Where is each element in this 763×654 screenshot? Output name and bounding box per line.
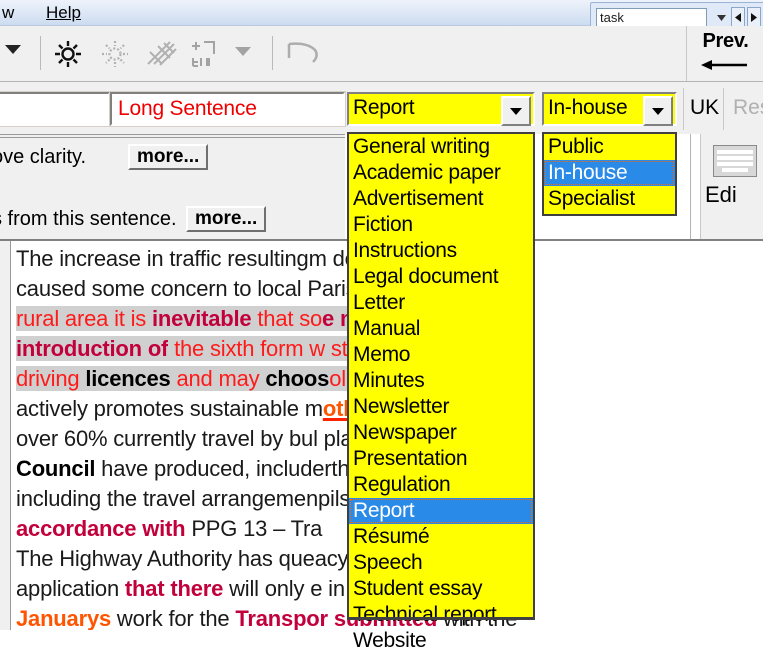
settings-gear-icon[interactable] [52,38,86,70]
audience-combo-value: In-house [548,96,628,119]
locale-label[interactable]: UK [690,96,719,120]
advice-line-1: ove clarity. [0,146,87,168]
main-toolbar: Prev. [0,26,763,82]
doctype-option-speech[interactable]: Speech [349,550,533,576]
text-run: the sixth form w [168,336,325,361]
text-run: Transpor [235,606,328,630]
text-run: that there [124,576,224,601]
text-run: have produced, include [95,456,325,481]
text-run: that so [251,306,323,331]
audience-option-specialist[interactable]: Specialist [544,186,675,212]
advice-line-2: s from this sentence. [0,208,177,230]
more-button-2[interactable]: more... [186,206,267,232]
text-run: work for the [111,606,236,630]
doctype-dropdown-list[interactable]: General writing Academic paper Advertiseme… [347,132,535,652]
issue-field[interactable]: Long Sentence [109,91,346,127]
menu-item-window[interactable]: w [0,2,20,24]
arrow-left-icon [735,13,741,22]
arrow-right-icon [751,13,757,22]
doctype-option-legal-document[interactable]: Legal document [349,264,533,290]
doctype-option-newspaper[interactable]: Newspaper [349,420,533,446]
doctype-option-academic-paper[interactable]: Academic paper [349,160,533,186]
menu-item-window-label: w [2,3,15,22]
edit-panel: Edi [700,134,763,239]
doctype-combo-value: Report [353,96,415,119]
doctype-option-website[interactable]: Website [349,628,533,654]
doctype-option-regulation[interactable]: Regulation [349,472,533,498]
menu-item-help[interactable]: Help [40,2,87,24]
add-text-icon [190,38,224,70]
text-run: application [16,576,125,601]
chevron-down-icon[interactable] [2,42,36,74]
doctype-option-technical-report[interactable]: Technical report [349,602,533,628]
undo-icon [285,38,319,70]
document-scrollbar[interactable] [0,241,11,630]
audience-combo[interactable]: In-house [542,92,677,126]
keyboard-icon[interactable] [713,145,757,177]
field-divider [723,88,724,130]
text-run: actively promotes sustainable m [16,396,323,421]
grammar-check-icon [144,38,178,70]
text-run: and may [170,366,266,391]
chevron-down-small-icon [232,44,266,76]
text-run: The Highway Authority has que [16,546,315,571]
doctype-option-letter[interactable]: Letter [349,290,533,316]
text-run: including the travel arrangemen [16,486,318,511]
chevron-down-icon[interactable] [643,96,673,126]
text-run: Council [16,456,96,481]
audience-option-public[interactable]: Public [544,134,675,160]
left-field[interactable] [0,91,111,127]
text-run: PPG 13 – Tra [185,516,323,541]
text-run: caused some concern to local [16,276,308,301]
doctype-option-instructions[interactable]: Instructions [349,238,533,264]
doctype-option-memo[interactable]: Memo [349,342,533,368]
advice-pane: ove clarity. more... s from this sentenc… [0,134,345,239]
search-prev-button[interactable] [731,7,745,28]
doctype-option-fiction[interactable]: Fiction [349,212,533,238]
search-next-button[interactable] [747,7,761,28]
doctype-option-newsletter[interactable]: Newsletter [349,394,533,420]
doctype-option-general-writing[interactable]: General writing [349,134,533,160]
doctype-option-presentation[interactable]: Presentation [349,446,533,472]
text-run: licences [85,366,171,391]
doctype-option-manual[interactable]: Manual [349,316,533,342]
panel-edge [694,134,696,238]
text-run: introduction of [16,336,169,361]
search-input[interactable]: task [596,8,707,27]
left-field-value [0,94,108,100]
edit-panel-label[interactable]: Edi [705,182,737,208]
more-button-1[interactable]: more... [128,144,209,170]
doctype-option-minutes[interactable]: Minutes [349,368,533,394]
text-run: rural area it is [16,306,152,331]
menu-item-help-label: Help [46,3,81,22]
chevron-down-icon [716,14,726,21]
audience-option-in-house[interactable]: In-house [544,160,675,186]
text-run: driving [16,366,86,391]
text-run: over 60% currently travel by bu [16,426,314,451]
arrow-left-icon [701,58,749,70]
doctype-combo[interactable]: Report [347,92,535,126]
audience-dropdown-list[interactable]: Public In-house Specialist [542,132,677,216]
prev-button[interactable]: Prev. [686,26,763,81]
panel-divider [690,134,691,239]
check-spelling-icon [99,38,133,70]
doctype-option-student-essay[interactable]: Student essay [349,576,533,602]
text-run: The increase in traffic resulting [16,246,309,271]
search-dropdown-icon[interactable] [713,8,729,27]
doctype-option-advertisement[interactable]: Advertisement [349,186,533,212]
prev-button-label: Prev. [702,30,749,52]
issue-field-value: Long Sentence [118,97,257,120]
doctype-option-report[interactable]: Report [349,498,533,524]
text-run: inevitable [151,306,252,331]
text-run: Januarys [16,606,112,630]
text-run: accordance with [16,516,186,541]
reset-label: Res [733,96,763,119]
doctype-dropdown-edge [347,617,535,620]
text-run: choos [265,366,330,391]
chevron-down-icon[interactable] [501,96,531,126]
doctype-option-r-sum-[interactable]: Résumé [349,524,533,550]
text-run: will only [223,576,311,601]
field-divider [683,88,684,130]
